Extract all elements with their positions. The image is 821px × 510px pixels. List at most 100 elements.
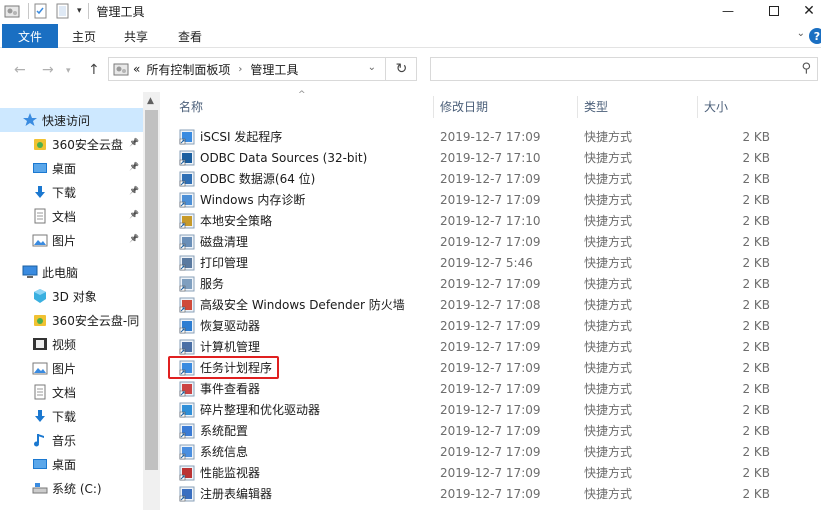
sidebar-item[interactable]: 视频: [0, 332, 143, 356]
close-button[interactable]: ✕: [797, 0, 821, 22]
table-row[interactable]: 打印管理 2019-12-7 5:46 快捷方式 2 KB: [166, 252, 806, 273]
sidebar-item-label: 系统 (C:): [52, 481, 102, 496]
file-type: 快捷方式: [584, 214, 633, 228]
address-bar[interactable]: « 所有控制面板项 › 管理工具 ⌄: [108, 57, 417, 81]
maximize-button[interactable]: [751, 0, 797, 22]
picture-icon: [32, 360, 48, 376]
sidebar-item[interactable]: 文档 📌: [0, 204, 143, 228]
tab-share[interactable]: 共享: [124, 24, 148, 48]
file-name: 系统信息: [200, 445, 249, 459]
column-header-size[interactable]: 大小: [704, 92, 728, 120]
file-name: 服务: [200, 277, 225, 291]
file-size: 2 KB: [742, 276, 770, 291]
sidebar-item[interactable]: 图片: [0, 356, 143, 380]
customize-toolbar-icon[interactable]: ▾: [77, 6, 82, 16]
file-date: 2019-12-7 17:10: [440, 150, 541, 165]
table-row[interactable]: Windows 内存诊断 2019-12-7 17:09 快捷方式 2 KB: [166, 189, 806, 210]
column-divider[interactable]: [577, 96, 578, 118]
file-type: 快捷方式: [584, 235, 633, 249]
table-row[interactable]: 系统配置 2019-12-7 17:09 快捷方式 2 KB: [166, 420, 806, 441]
sidebar-item-label: 视频: [52, 337, 77, 352]
pin-icon[interactable]: 📌: [129, 162, 139, 171]
tab-home[interactable]: 主页: [72, 24, 96, 48]
table-row[interactable]: 计算机管理 2019-12-7 17:09 快捷方式 2 KB: [166, 336, 806, 357]
navigation-bar: ← → ▾ ↑ « 所有控制面板项 › 管理工具 ⌄ ↻ ⚲: [0, 48, 821, 92]
tab-file[interactable]: 文件: [2, 24, 58, 48]
file-type: 快捷方式: [584, 172, 633, 186]
column-header-date[interactable]: 修改日期: [440, 92, 488, 120]
file-size: 2 KB: [742, 486, 770, 501]
sidebar-item[interactable]: 3D 对象: [0, 284, 143, 308]
forward-arrow-icon[interactable]: →: [42, 62, 54, 78]
window-title: 管理工具: [96, 4, 145, 19]
address-dropdown-icon[interactable]: ⌄: [368, 62, 376, 73]
table-row[interactable]: 事件查看器 2019-12-7 17:09 快捷方式 2 KB: [166, 378, 806, 399]
file-type: 快捷方式: [584, 361, 633, 375]
sidebar-item[interactable]: 360安全云盘-同: [0, 308, 143, 332]
sidebar-item[interactable]: 桌面: [0, 452, 143, 476]
recent-locations-chevron-icon[interactable]: ▾: [66, 66, 71, 76]
table-row[interactable]: 系统信息 2019-12-7 17:09 快捷方式 2 KB: [166, 441, 806, 462]
sidebar-item[interactable]: 系统 (C:): [0, 476, 143, 500]
table-row[interactable]: 本地安全策略 2019-12-7 17:10 快捷方式 2 KB: [166, 210, 806, 231]
sidebar-item[interactable]: 360安全云盘 📌: [0, 132, 143, 156]
pin-icon[interactable]: 📌: [129, 210, 139, 219]
file-name: 系统配置: [200, 424, 249, 438]
file-date: 2019-12-7 17:09: [440, 276, 541, 291]
table-row[interactable]: iSCSI 发起程序 2019-12-7 17:09 快捷方式 2 KB: [166, 126, 806, 147]
help-icon[interactable]: ?: [809, 28, 821, 44]
sidebar-item[interactable]: 下载: [0, 404, 143, 428]
refresh-icon: ↻: [395, 61, 408, 77]
ribbon-collapse-chevron-icon[interactable]: ⌄: [797, 28, 805, 39]
file-size: 2 KB: [742, 444, 770, 459]
breadcrumb-overflow[interactable]: «: [133, 62, 140, 76]
file-size: 2 KB: [742, 423, 770, 438]
minimize-button[interactable]: —: [705, 0, 751, 22]
new-folder-icon[interactable]: [55, 3, 71, 19]
sidebar-item[interactable]: 桌面 📌: [0, 156, 143, 180]
sidebar-item[interactable]: 文档: [0, 380, 143, 404]
control-panel-icon: [113, 63, 129, 76]
column-header-name[interactable]: 名称: [179, 92, 203, 120]
sidebar-item[interactable]: 下载 📌: [0, 180, 143, 204]
control-panel-icon[interactable]: [4, 3, 20, 19]
table-row[interactable]: ODBC 数据源(64 位) 2019-12-7 17:09 快捷方式 2 KB: [166, 168, 806, 189]
scroll-up-arrow-icon[interactable]: ▲: [147, 96, 154, 106]
table-row[interactable]: 服务 2019-12-7 17:09 快捷方式 2 KB: [166, 273, 806, 294]
breadcrumb-all-control-panel-items[interactable]: 所有控制面板项: [146, 61, 230, 78]
table-row[interactable]: 碎片整理和优化驱动器 2019-12-7 17:09 快捷方式 2 KB: [166, 399, 806, 420]
table-row[interactable]: 恢复驱动器 2019-12-7 17:09 快捷方式 2 KB: [166, 315, 806, 336]
column-divider[interactable]: [433, 96, 434, 118]
sidebar-item[interactable]: 快速访问: [0, 108, 143, 132]
search-icon: ⚲: [801, 61, 811, 76]
pin-icon[interactable]: 📌: [129, 186, 139, 195]
close-icon: ✕: [803, 3, 815, 19]
file-size: 2 KB: [742, 318, 770, 333]
sidebar-item[interactable]: 音乐: [0, 428, 143, 452]
breadcrumb-admin-tools[interactable]: 管理工具: [250, 61, 298, 78]
sidebar-item[interactable]: 图片 📌: [0, 228, 143, 252]
nav-pane-scrollbar[interactable]: ▲: [143, 92, 160, 510]
shortcut-icon: [179, 402, 195, 418]
properties-icon[interactable]: [33, 3, 49, 19]
pin-icon[interactable]: 📌: [129, 234, 139, 243]
column-header-type[interactable]: 类型: [584, 92, 608, 120]
file-type: 快捷方式: [584, 340, 633, 354]
sidebar-item[interactable]: 此电脑: [0, 260, 143, 284]
table-row[interactable]: 高级安全 Windows Defender 防火墙 2019-12-7 17:08…: [166, 294, 806, 315]
table-row[interactable]: 性能监视器 2019-12-7 17:09 快捷方式 2 KB: [166, 462, 806, 483]
scrollbar-thumb[interactable]: [145, 110, 158, 470]
star-icon: [22, 112, 38, 128]
table-row[interactable]: 磁盘清理 2019-12-7 17:09 快捷方式 2 KB: [166, 231, 806, 252]
breadcrumb-separator-icon[interactable]: ›: [238, 64, 242, 75]
tab-view[interactable]: 查看: [178, 24, 202, 48]
back-arrow-icon[interactable]: ←: [14, 62, 26, 78]
refresh-button[interactable]: ↻: [385, 57, 417, 81]
pin-icon[interactable]: 📌: [129, 138, 139, 147]
up-arrow-icon[interactable]: ↑: [88, 62, 100, 78]
column-divider[interactable]: [697, 96, 698, 118]
table-row[interactable]: ODBC Data Sources (32-bit) 2019-12-7 17:1…: [166, 147, 806, 168]
table-row[interactable]: 注册表编辑器 2019-12-7 17:09 快捷方式 2 KB: [166, 483, 806, 504]
search-input[interactable]: ⚲: [430, 57, 818, 81]
file-date: 2019-12-7 17:09: [440, 318, 541, 333]
